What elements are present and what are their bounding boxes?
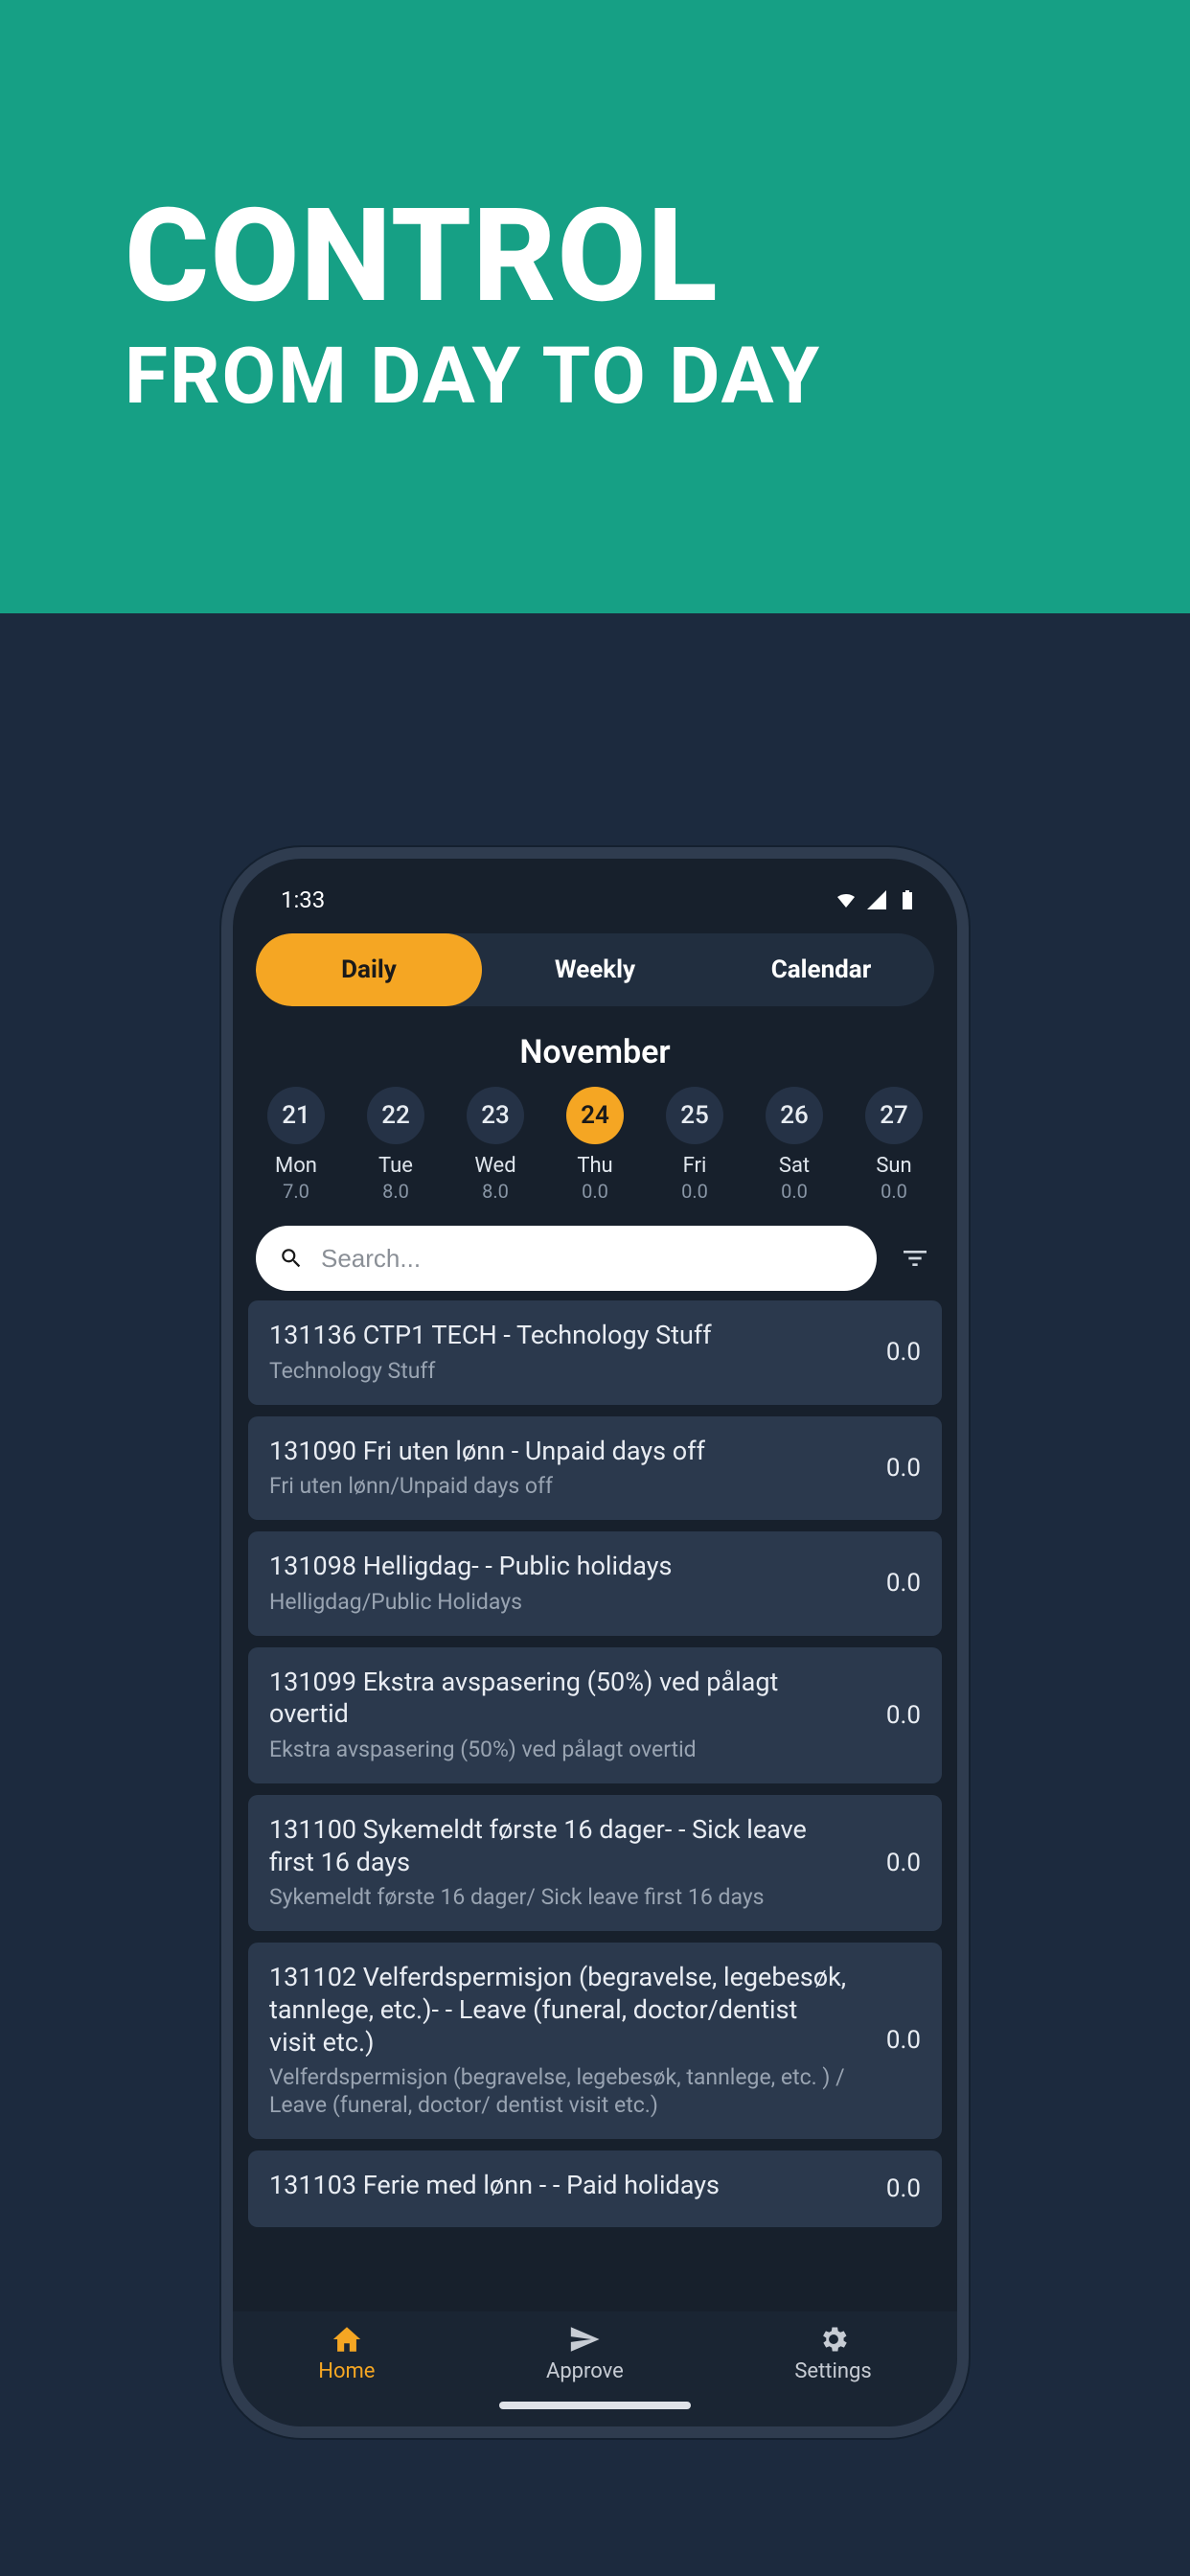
search-input[interactable]: [321, 1244, 854, 1274]
phone-side-button: [963, 1261, 969, 1453]
day-name: Wed: [474, 1154, 515, 1178]
day-hours: 0.0: [681, 1180, 708, 1203]
day-hours: 0.0: [781, 1180, 808, 1203]
list-item-title: 131102 Velferdspermisjon (begravelse, le…: [269, 1962, 850, 2058]
list-item-value: 0.0: [869, 1701, 921, 1730]
list-item-subtitle: Technology Stuff: [269, 1358, 850, 1386]
list-item[interactable]: 131103 Ferie med lønn - - Paid holidays …: [248, 2150, 942, 2227]
phone-stage: 1:33 Daily Weekly Calendar November 21: [0, 613, 1190, 2576]
list-item-title: 131098 Helligdag- - Public holidays: [269, 1551, 850, 1583]
month-label: November: [233, 1033, 957, 1071]
day-name: Tue: [378, 1154, 413, 1178]
status-bar: 1:33: [233, 876, 957, 924]
gear-icon: [817, 2323, 850, 2356]
tab-daily[interactable]: Daily: [256, 933, 482, 1006]
status-icons: [835, 888, 919, 911]
search-icon: [279, 1246, 304, 1271]
day-cell[interactable]: 27 Sun 0.0: [854, 1087, 934, 1203]
day-hours: 8.0: [482, 1180, 509, 1203]
day-number: 22: [367, 1087, 424, 1144]
day-hours: 7.0: [283, 1180, 309, 1203]
day-cell[interactable]: 23 Wed 8.0: [455, 1087, 536, 1203]
bottom-tabbar: Home Approve Settings: [233, 2312, 957, 2426]
day-name: Fri: [683, 1154, 707, 1178]
day-number: 25: [666, 1087, 723, 1144]
phone-side-button: [221, 1300, 227, 1453]
list-item-subtitle: Fri uten lønn/Unpaid days off: [269, 1473, 850, 1501]
list-item-value: 0.0: [869, 1569, 921, 1598]
search-box[interactable]: [256, 1226, 877, 1291]
list-item-value: 0.0: [869, 1849, 921, 1877]
list-item[interactable]: 131099 Ekstra avspasering (50%) ved påla…: [248, 1647, 942, 1783]
list-item[interactable]: 131136 CTP1 TECH - Technology Stuff Tech…: [248, 1300, 942, 1405]
day-name: Thu: [577, 1154, 612, 1178]
list-item-title: 131136 CTP1 TECH - Technology Stuff: [269, 1320, 850, 1352]
list-item-title: 131090 Fri uten lønn - Unpaid days off: [269, 1436, 850, 1468]
hero-banner: CONTROL FROM DAY TO DAY: [0, 0, 1190, 613]
signal-icon: [865, 888, 888, 911]
hero-subtitle: FROM DAY TO DAY: [125, 331, 1065, 423]
list-item[interactable]: 131100 Sykemeldt første 16 dager- - Sick…: [248, 1795, 942, 1931]
list-item-subtitle: Velferdspermisjon (begravelse, legebesøk…: [269, 2064, 850, 2120]
tab-label: Home: [318, 2359, 375, 2383]
tab-settings[interactable]: Settings: [794, 2323, 871, 2383]
timesheet-list[interactable]: 131136 CTP1 TECH - Technology Stuff Tech…: [233, 1300, 957, 2312]
day-cell[interactable]: 22 Tue 8.0: [355, 1087, 436, 1203]
phone-side-button: [221, 1175, 227, 1271]
status-time: 1:33: [281, 886, 325, 913]
tab-approve[interactable]: Approve: [546, 2323, 624, 2383]
day-name: Sun: [876, 1154, 911, 1178]
day-cell-selected[interactable]: 24 Thu 0.0: [555, 1087, 635, 1203]
day-number: 24: [566, 1087, 624, 1144]
day-number: 26: [766, 1087, 823, 1144]
tab-calendar[interactable]: Calendar: [708, 933, 934, 1006]
day-number: 27: [865, 1087, 923, 1144]
day-number: 23: [467, 1087, 524, 1144]
list-item-subtitle: Helligdag/Public Holidays: [269, 1589, 850, 1617]
home-icon: [331, 2323, 363, 2356]
hero-title: CONTROL: [125, 192, 1065, 321]
day-hours: 0.0: [881, 1180, 907, 1203]
day-name: Mon: [275, 1154, 317, 1178]
filter-button[interactable]: [896, 1239, 934, 1277]
list-item[interactable]: 131098 Helligdag- - Public holidays Hell…: [248, 1531, 942, 1636]
list-item-value: 0.0: [869, 1454, 921, 1483]
week-day-strip: 21 Mon 7.0 22 Tue 8.0 23 Wed 8.0 24 Thu: [233, 1071, 957, 1203]
list-item-subtitle: Ekstra avspasering (50%) ved pålagt over…: [269, 1736, 850, 1764]
wifi-icon: [835, 888, 858, 911]
day-cell[interactable]: 26 Sat 0.0: [754, 1087, 835, 1203]
tab-home[interactable]: Home: [318, 2323, 375, 2383]
phone-frame: 1:33 Daily Weekly Calendar November 21: [221, 847, 969, 2438]
day-hours: 8.0: [382, 1180, 409, 1203]
day-cell[interactable]: 25 Fri 0.0: [654, 1087, 735, 1203]
list-item-subtitle: Sykemeldt første 16 dager/ Sick leave fi…: [269, 1884, 850, 1912]
day-cell[interactable]: 21 Mon 7.0: [256, 1087, 336, 1203]
send-icon: [568, 2323, 601, 2356]
list-item[interactable]: 131102 Velferdspermisjon (begravelse, le…: [248, 1943, 942, 2139]
list-item-value: 0.0: [869, 1338, 921, 1367]
home-indicator[interactable]: [499, 2402, 691, 2409]
tab-weekly[interactable]: Weekly: [482, 933, 708, 1006]
tab-label: Settings: [794, 2359, 871, 2383]
battery-icon: [896, 888, 919, 911]
list-item-value: 0.0: [869, 2174, 921, 2203]
phone-screen: 1:33 Daily Weekly Calendar November 21: [233, 859, 957, 2426]
day-hours: 0.0: [582, 1180, 608, 1203]
list-item-title: 131103 Ferie med lønn - - Paid holidays: [269, 2170, 850, 2202]
filter-icon: [900, 1243, 930, 1274]
list-item-title: 131099 Ekstra avspasering (50%) ved påla…: [269, 1667, 850, 1732]
day-number: 21: [267, 1087, 325, 1144]
view-segmented-control: Daily Weekly Calendar: [256, 933, 934, 1006]
list-item-value: 0.0: [869, 2026, 921, 2055]
day-name: Sat: [779, 1154, 810, 1178]
tab-label: Approve: [546, 2359, 624, 2383]
list-item-title: 131100 Sykemeldt første 16 dager- - Sick…: [269, 1814, 850, 1879]
list-item[interactable]: 131090 Fri uten lønn - Unpaid days off F…: [248, 1416, 942, 1521]
